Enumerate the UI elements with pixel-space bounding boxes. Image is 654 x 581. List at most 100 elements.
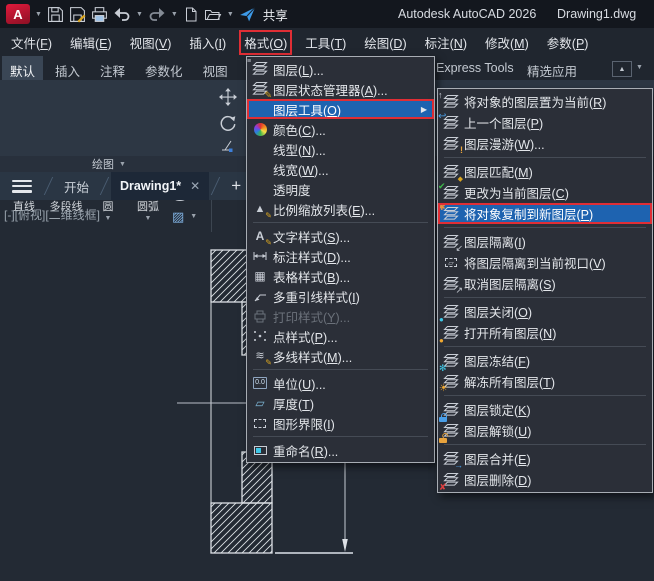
rotate-tool-icon[interactable] [219, 114, 237, 137]
logo-dropdown-icon[interactable]: ▼ [35, 4, 42, 24]
layer-submenu-item-label: 图层锁定(K) [464, 404, 531, 418]
redo-dropdown-icon[interactable]: ▼ [171, 4, 178, 24]
ribbon-tab-3[interactable]: 参数化 [137, 56, 191, 80]
format-menu-item-5[interactable]: 线宽(W)... [247, 159, 434, 179]
format-menu: ≡ 图层(L)... ✎ 图层状态管理器(A)... 图层工具(O) ▶ 颜色(C)... 线… [246, 56, 435, 463]
format-menu-item-21[interactable]: 重命名(R)... [247, 440, 434, 460]
format-menu-item-label: 图层状态管理器(A)... [273, 83, 388, 98]
menu-bar-item-9[interactable]: 参数(P) [542, 30, 594, 55]
menu-bar-item-4[interactable]: 格式(O) [239, 29, 293, 55]
format-menu-item-12[interactable]: 多重引线样式(I) [247, 286, 434, 306]
tab-drawing1[interactable]: Drawing1* ✕ [111, 172, 210, 200]
tab-start[interactable]: 开始 [55, 177, 98, 196]
format-menu-item-15[interactable]: ≋ ✎ 多线样式(M)... [247, 346, 434, 367]
new-file-icon[interactable] [183, 4, 199, 24]
layer-submenu-item-8[interactable]: ↙ 图层隔离(I) [438, 231, 652, 252]
menu-bar-item-2[interactable]: 视图(V) [125, 30, 177, 55]
menu-bar-item-7[interactable]: 标注(N) [420, 30, 472, 55]
ribbon-minimize-button[interactable]: ▲ [612, 61, 632, 77]
move-tool-icon[interactable] [219, 88, 237, 111]
ribbon-tab-4[interactable]: 视图 [195, 56, 236, 80]
layer-submenu-item-9[interactable]: ▱ 将图层隔离到当前视口(V) [438, 252, 652, 273]
layer-submenu-item-5[interactable]: ✔ 更改为当前图层(C) [438, 181, 652, 203]
units-icon: 0.0 [247, 375, 273, 391]
format-menu-item-18[interactable]: ▱ 厚度(T) [247, 393, 434, 413]
format-menu-item-9[interactable]: A ✎ 文字样式(S)... [247, 226, 434, 247]
format-menu-item-label: 厚度(T) [273, 397, 314, 412]
share-button-label[interactable]: 共享 [263, 5, 288, 24]
layer-submenu-item-1[interactable]: ↩ 上一个图层(P) [438, 111, 652, 133]
layer-submenu-item-21[interactable]: → 图层合并(E) [438, 448, 652, 469]
menu-bar-item-0[interactable]: 文件(F) [6, 30, 57, 55]
layer-thaw-all-icon: ☀ [438, 374, 464, 393]
layer-submenu-item-label: 图层隔离(I) [464, 236, 526, 250]
tab-divider [43, 177, 54, 195]
format-menu-item-label: 颜色(C)... [273, 123, 326, 138]
format-menu-item-14[interactable]: 点样式(P)... [247, 326, 434, 346]
menu-bar-item-5[interactable]: 工具(T) [300, 30, 351, 55]
format-menu-item-13[interactable]: 打印样式(Y)... [247, 306, 434, 326]
layer-submenu-item-18[interactable]: 图层锁定(K) [438, 399, 652, 422]
ribbon-tab-1[interactable]: 插入 [47, 56, 88, 80]
save-icon[interactable] [47, 4, 64, 24]
menu-bar-item-1[interactable]: 编辑(E) [65, 30, 117, 55]
layer-submenu-item-2[interactable]: ! 图层漫游(W)... [438, 133, 652, 154]
layer-submenu-item-6[interactable]: ✱ 将对象复制到新图层(P) [438, 202, 652, 224]
menu-bar-item-3[interactable]: 插入(I) [184, 30, 231, 55]
format-menu-item-label: 图层(L)... [273, 63, 324, 78]
undo-dropdown-icon[interactable]: ▼ [136, 4, 143, 24]
redo-icon[interactable] [148, 4, 166, 24]
format-menu-item-11[interactable]: ▦ 表格样式(B)... [247, 266, 434, 286]
layer-submenu-item-15[interactable]: ✻ 图层冻结(F) [438, 350, 652, 372]
mleader-style-icon [247, 288, 273, 304]
menu-bar-item-8[interactable]: 修改(M) [480, 30, 534, 55]
format-menu-item-2[interactable]: 图层工具(O) ▶ [247, 99, 434, 119]
ribbon-tab-2[interactable]: 注释 [92, 56, 133, 80]
format-menu-item-0[interactable]: ≡ 图层(L)... [247, 58, 434, 79]
undo-icon[interactable] [113, 4, 131, 24]
share-plane-icon[interactable] [239, 4, 256, 24]
format-menu-item-10[interactable]: 标注样式(D)... [247, 246, 434, 266]
format-menu-item-19[interactable]: 图形界限(I) [247, 413, 434, 433]
format-menu-item-label: 打印样式(Y)... [273, 310, 351, 325]
layer-submenu-item-10[interactable]: ↗ 取消图层隔离(S) [438, 273, 652, 294]
format-menu-item-3[interactable]: 颜色(C)... [247, 119, 434, 139]
quick-access-toolbar: A ▼ ▼ ▼ ▼ 共享 [0, 4, 288, 24]
save-as-icon[interactable] [69, 4, 86, 24]
layer-submenu-item-19[interactable]: 图层解锁(U) [438, 420, 652, 443]
format-menu-item-17[interactable]: 0.0 单位(U)... [247, 373, 434, 393]
layer-unlock-icon [438, 423, 464, 443]
ribbon-tab-0[interactable]: 默认 [2, 56, 44, 80]
layer-isolate-viewport-icon: ▱ [438, 255, 464, 271]
format-menu-item-4[interactable]: 线型(N)... [247, 139, 434, 159]
layer-submenu-item-label: 图层合并(E) [464, 453, 531, 467]
draw-panel-expand-icon[interactable]: ▼ [119, 161, 126, 168]
layer-submenu-item-4[interactable]: ◆ 图层匹配(M) [438, 161, 652, 183]
layer-submenu-item-label: 解冻所有图层(T) [464, 376, 555, 390]
ribbon-minimize-dropdown-icon[interactable]: ▼ [636, 64, 643, 71]
format-menu-item-1[interactable]: ✎ 图层状态管理器(A)... [247, 79, 434, 100]
thickness-icon: ▱ [255, 396, 265, 410]
format-menu-item-7[interactable]: ▲ ✎ 比例缩放列表(E)... [247, 199, 434, 220]
rename-icon [247, 442, 273, 458]
scale-list-icon: ▲ ✎ [254, 202, 272, 220]
close-tab-icon[interactable]: ✕ [190, 179, 200, 193]
table-style-icon: ▦ [254, 269, 266, 283]
hamburger-menu-icon[interactable] [12, 179, 32, 193]
mline-style-icon: ≋ ✎ [255, 349, 272, 367]
layer-submenu-item-16[interactable]: ☀ 解冻所有图层(T) [438, 371, 652, 393]
tab-divider [211, 177, 221, 195]
layer-submenu-item-0[interactable]: ↑ 将对象的图层置为当前(R) [438, 90, 652, 112]
layer-submenu-item-13[interactable]: ● 打开所有图层(N) [438, 322, 652, 344]
layer-submenu-item-label: 将图层隔离到当前视口(V) [464, 257, 606, 271]
format-menu-item-6[interactable]: 透明度 [247, 179, 434, 199]
autocad-logo-icon[interactable]: A [6, 4, 30, 24]
layer-freeze-icon: ✻ [438, 353, 464, 372]
plot-icon[interactable] [91, 4, 108, 24]
layer-submenu-separator [444, 444, 646, 445]
menu-bar-item-6[interactable]: 绘图(D) [359, 30, 411, 55]
layer-submenu-item-22[interactable]: ✘ 图层删除(D) [438, 469, 652, 491]
layer-submenu-item-12[interactable]: ● 图层关闭(O) [438, 301, 652, 323]
toolbar-dropdown-icon[interactable]: ▼ [227, 4, 234, 24]
open-folder-icon[interactable] [204, 4, 222, 24]
